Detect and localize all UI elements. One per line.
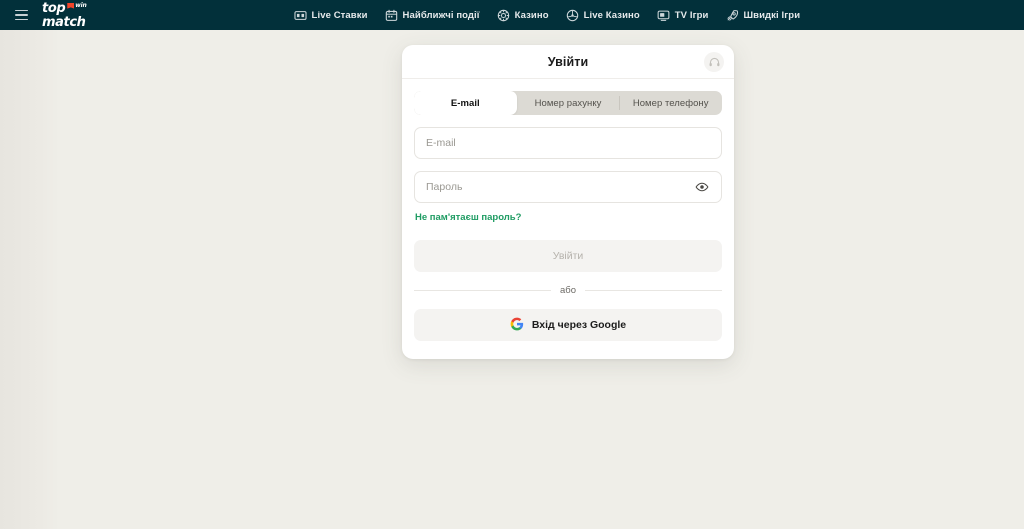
tab-account-number[interactable]: Номер рахунку	[517, 91, 620, 115]
tab-phone-number[interactable]: Номер телефону	[619, 91, 722, 115]
hamburger-line	[15, 10, 28, 12]
nav-item-live-bets[interactable]: Live Ставки	[294, 0, 368, 30]
hamburger-line	[15, 14, 28, 16]
forgot-password-link[interactable]: Не пам'ятаєш пароль?	[415, 212, 521, 223]
tab-label: Номер телефону	[633, 98, 709, 109]
rocket-icon	[726, 9, 739, 22]
login-submit-label: Увійти	[553, 250, 584, 262]
email-input[interactable]	[426, 128, 710, 158]
casino-chip-icon	[497, 9, 510, 22]
top-navigation-bar: top win match Live Ставки	[0, 0, 1024, 30]
site-logo[interactable]: top win match	[42, 1, 87, 29]
nav-label: Казино	[515, 10, 549, 21]
nav-label: Live Казино	[584, 10, 640, 21]
password-field[interactable]	[414, 171, 722, 203]
logo-top-row: top win	[42, 2, 87, 15]
modal-body: E-mail Номер рахунку Номер телефону Не п…	[402, 79, 734, 359]
hamburger-line	[15, 19, 28, 21]
nav-item-casino[interactable]: Казино	[497, 0, 549, 30]
tab-label: Номер рахунку	[535, 98, 602, 109]
login-submit-button[interactable]: Увійти	[414, 240, 722, 272]
scoreboard-icon	[294, 9, 307, 22]
nav-item-tv-games[interactable]: TV Ігри	[657, 0, 709, 30]
tab-email[interactable]: E-mail	[414, 91, 517, 115]
logo-badge-win: win	[75, 3, 86, 9]
or-divider: або	[414, 285, 722, 296]
nav-label: TV Ігри	[675, 10, 709, 21]
nav-label: Швидкі Ігри	[744, 10, 801, 21]
main-nav: Live Ставки Найближчі події	[294, 0, 801, 30]
calendar-icon	[385, 9, 398, 22]
tv-icon	[657, 9, 670, 22]
login-modal: Увійти E-mail Номер рахунку Номер телефо…	[402, 45, 734, 359]
page-title: Увійти	[548, 55, 589, 69]
support-avatar-icon[interactable]	[704, 52, 724, 72]
google-g-icon	[510, 317, 524, 334]
nav-item-live-casino[interactable]: Live Казино	[566, 0, 640, 30]
password-input[interactable]	[426, 172, 694, 202]
flag-icon	[67, 3, 74, 12]
nav-item-upcoming-events[interactable]: Найближчі події	[385, 0, 480, 30]
nav-item-fast-games[interactable]: Швидкі Ігри	[726, 0, 801, 30]
nav-label: Найближчі події	[403, 10, 480, 21]
logo-text-top: top	[42, 2, 65, 15]
hamburger-menu-icon[interactable]	[8, 0, 34, 30]
nav-label: Live Ставки	[312, 10, 368, 21]
google-login-button[interactable]: Вхід через Google	[414, 309, 722, 341]
login-method-tabs: E-mail Номер рахунку Номер телефону	[414, 91, 722, 115]
email-field[interactable]	[414, 127, 722, 159]
divider-line-right	[585, 290, 722, 291]
divider-line-left	[414, 290, 551, 291]
logo-text-match: match	[42, 16, 87, 29]
roulette-icon	[566, 9, 579, 22]
divider-label: або	[560, 285, 576, 296]
modal-header: Увійти	[402, 45, 734, 79]
eye-icon[interactable]	[694, 179, 710, 195]
tab-label: E-mail	[451, 98, 480, 109]
google-login-label: Вхід через Google	[532, 319, 626, 331]
